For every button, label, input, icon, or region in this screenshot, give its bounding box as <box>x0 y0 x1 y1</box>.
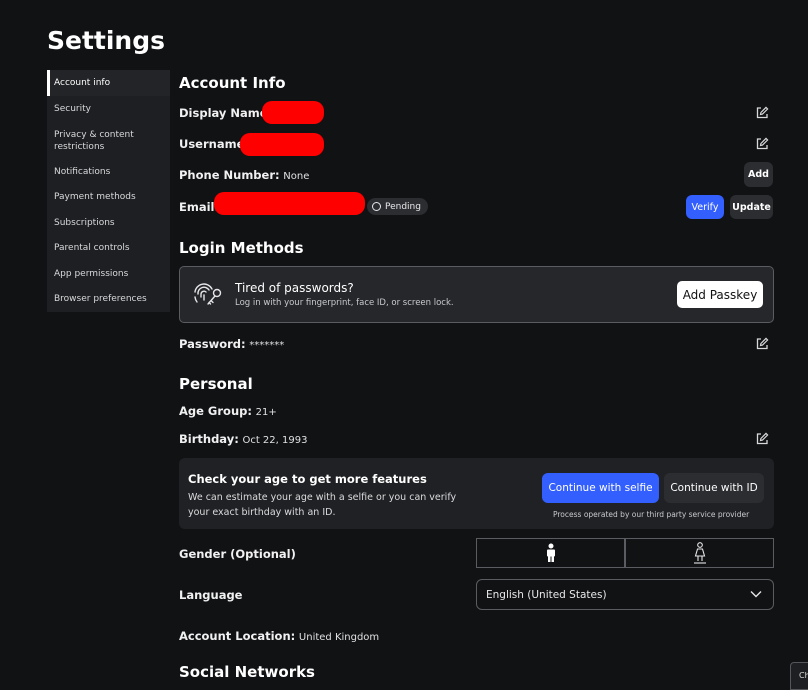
email-status-text: Pending <box>385 201 421 212</box>
display-name-label-text: Display Name: <box>179 106 273 120</box>
email-pending-badge: Pending <box>367 198 428 215</box>
chat-tab[interactable]: Ch <box>790 662 808 690</box>
age-check-body-line2: your exact birthday with an ID. <box>188 507 336 518</box>
gender-label: Gender (Optional) <box>179 547 296 561</box>
age-group-value: 21+ <box>255 407 277 418</box>
password-value: ******* <box>249 340 285 351</box>
male-figure-icon <box>546 543 555 562</box>
sidebar-item-privacy[interactable]: Privacy & content restrictions <box>47 129 147 153</box>
sidebar-item-browser-preferences[interactable]: Browser preferences <box>47 293 170 305</box>
language-row: Language <box>179 588 243 602</box>
edit-display-name-icon[interactable] <box>755 106 769 120</box>
birthday-value: Oct 22, 1993 <box>242 435 308 446</box>
edit-birthday-icon[interactable] <box>755 432 769 446</box>
username-label-text: Username: <box>179 137 249 151</box>
language-select[interactable]: English (United States) <box>476 579 774 610</box>
language-value: English (United States) <box>486 588 607 601</box>
verify-email-button[interactable]: Verify <box>686 195 724 219</box>
gender-male-option[interactable] <box>476 538 625 568</box>
language-label: Language <box>179 588 243 602</box>
sidebar-item-account-info[interactable]: Account info <box>47 70 170 96</box>
login-methods-heading: Login Methods <box>179 239 304 257</box>
display-name-redaction <box>262 101 324 124</box>
clock-icon <box>372 202 381 211</box>
sidebar-item-subscriptions[interactable]: Subscriptions <box>47 217 170 229</box>
account-info-heading: Account Info <box>179 74 286 92</box>
provider-note: Process operated by our third party serv… <box>553 510 750 519</box>
social-networks-heading: Social Networks <box>179 663 315 681</box>
chat-tab-label: Ch <box>799 671 808 680</box>
email-redaction <box>214 192 365 215</box>
password-row: Password: ******* <box>179 337 284 351</box>
display-name-label: Display Name: <box>179 106 272 120</box>
gender-row: Gender (Optional) <box>179 547 296 561</box>
phone-row: Phone Number: None <box>179 168 309 182</box>
edit-password-icon[interactable] <box>755 337 769 351</box>
female-figure-icon <box>693 542 706 564</box>
passkey-title: Tired of passwords? <box>235 281 354 295</box>
age-check-title: Check your age to get more features <box>188 472 427 486</box>
sidebar-item-security[interactable]: Security <box>47 103 170 115</box>
add-phone-button[interactable]: Add <box>744 162 773 187</box>
update-email-button[interactable]: Update <box>730 195 773 219</box>
chevron-down-icon <box>750 591 762 598</box>
passkey-banner: Tired of passwords? Log in with your fin… <box>179 266 774 323</box>
age-check-body-line1: We can estimate your age with a selfie o… <box>188 492 457 503</box>
location-row: Account Location: United Kingdom <box>179 629 379 643</box>
personal-heading: Personal <box>179 375 253 393</box>
sidebar-item-parental-controls[interactable]: Parental controls <box>47 242 170 254</box>
add-passkey-button[interactable]: Add Passkey <box>677 281 763 308</box>
fingerprint-key-icon <box>194 283 222 305</box>
username-label: Username: <box>179 137 249 151</box>
settings-sidebar: Account info Security Privacy & content … <box>47 70 170 312</box>
username-redaction <box>240 133 324 156</box>
passkey-subtitle: Log in with your fingerprint, face ID, o… <box>235 298 454 308</box>
age-group-row: Age Group: 21+ <box>179 404 277 418</box>
continue-with-id-button[interactable]: Continue with ID <box>664 473 764 503</box>
birthday-row: Birthday: Oct 22, 1993 <box>179 432 307 446</box>
password-label: Password: <box>179 337 246 351</box>
phone-value: None <box>283 171 310 182</box>
location-value: United Kingdom <box>298 632 380 643</box>
page-title: Settings <box>47 26 166 55</box>
phone-label: Phone Number: <box>179 168 280 182</box>
continue-with-selfie-button[interactable]: Continue with selfie <box>542 473 659 503</box>
location-label: Account Location: <box>179 629 296 643</box>
sidebar-item-payment-methods[interactable]: Payment methods <box>47 191 170 203</box>
age-group-label: Age Group: <box>179 404 252 418</box>
gender-female-option[interactable] <box>625 538 774 568</box>
edit-username-icon[interactable] <box>755 137 769 151</box>
sidebar-item-notifications[interactable]: Notifications <box>47 166 170 178</box>
age-verification-panel: Check your age to get more features We c… <box>179 458 774 529</box>
birthday-label: Birthday: <box>179 432 239 446</box>
sidebar-item-app-permissions[interactable]: App permissions <box>47 268 170 280</box>
